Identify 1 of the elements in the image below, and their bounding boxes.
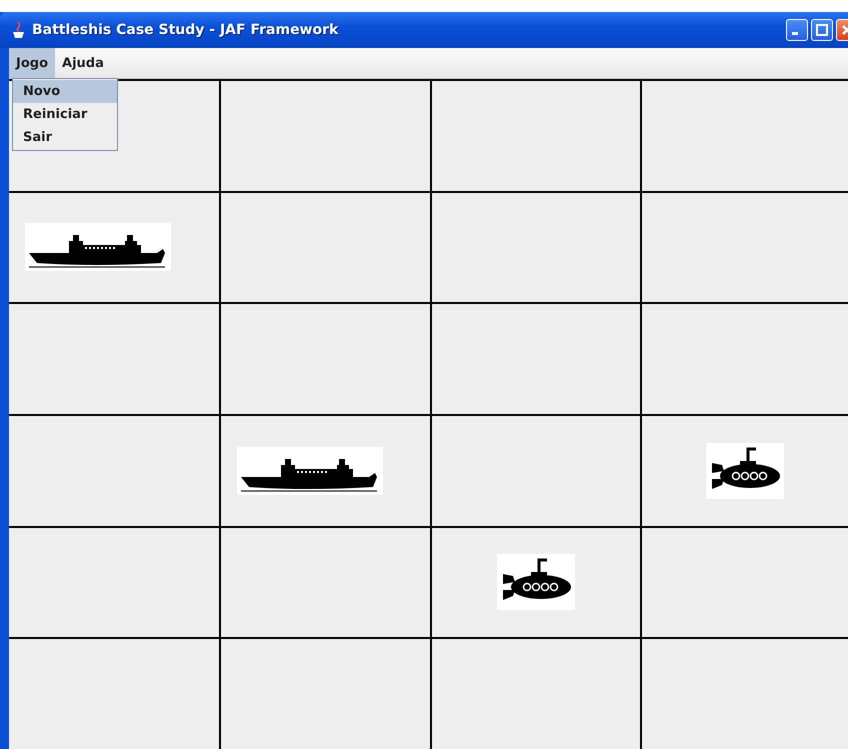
window-title: Battleshis Case Study - JAF Framework	[32, 22, 338, 38]
